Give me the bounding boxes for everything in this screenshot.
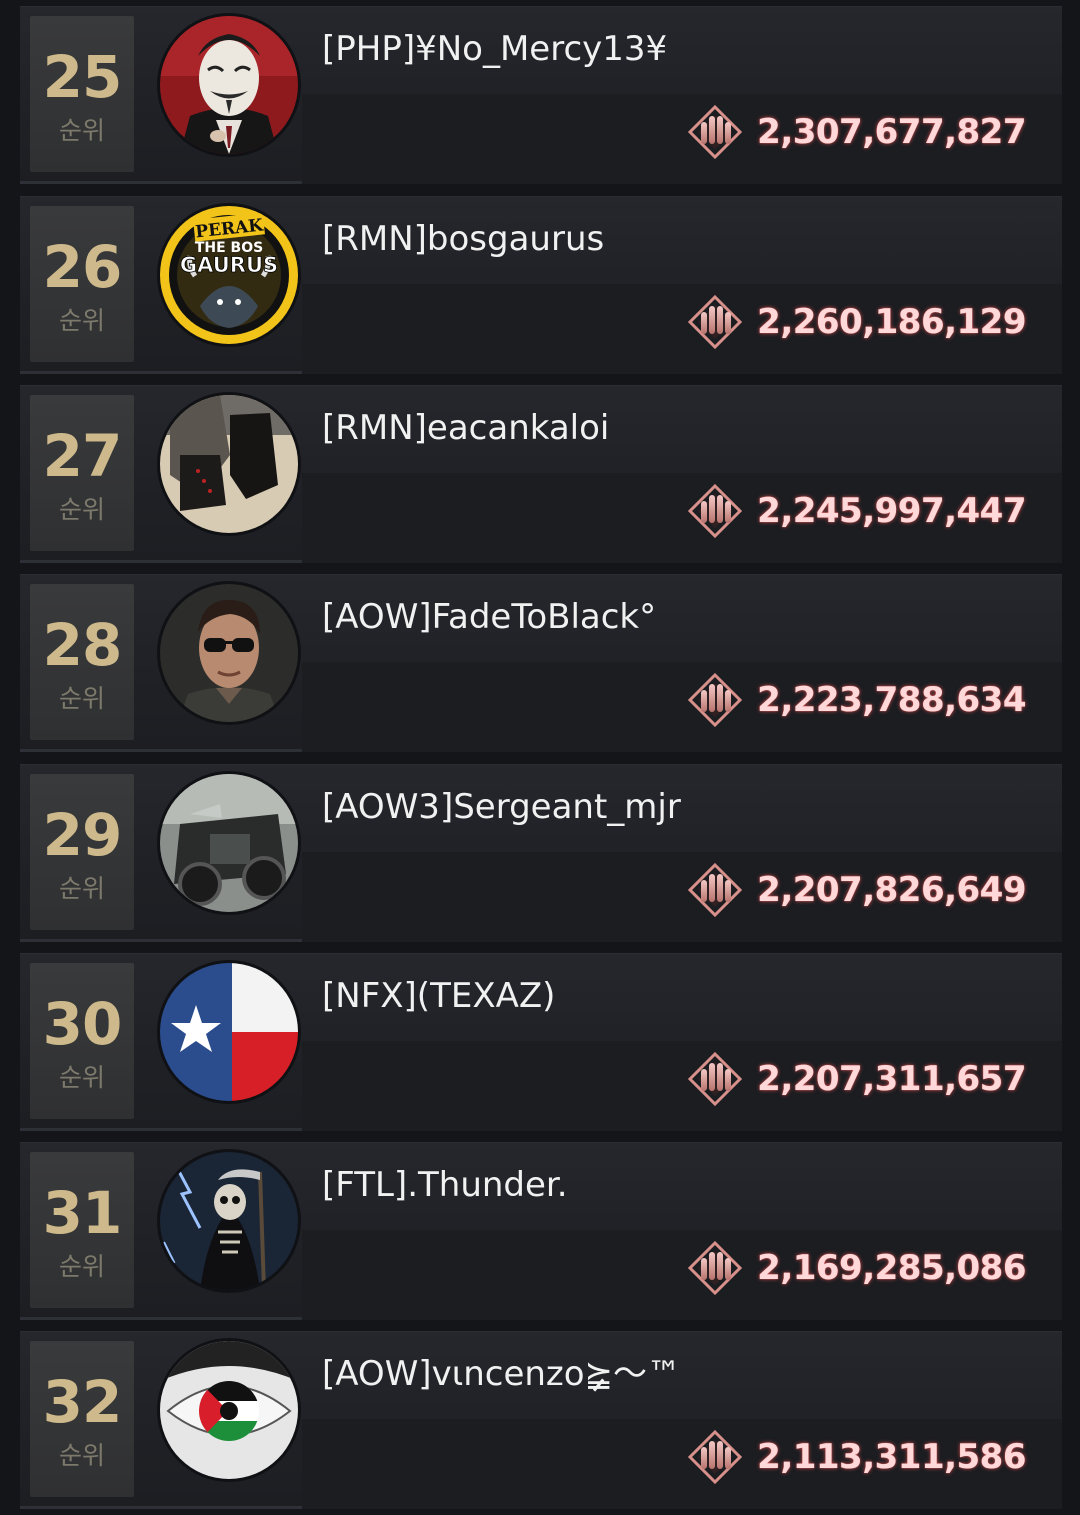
score-value: 2,113,311,586 [757, 1437, 1026, 1477]
rank-number: 30 [42, 990, 123, 1058]
rank-label: 순위 [58, 874, 105, 903]
rank-label: 순위 [58, 1441, 105, 1470]
rank-badge: 25 순위 [30, 16, 134, 172]
svg-text:GAURUS: GAURUS [180, 253, 278, 277]
score-display: 2,260,186,129 [687, 294, 1026, 350]
player-name[interactable]: [AOW]vιncenzo⪶〜™ [322, 1353, 681, 1395]
bullets-emblem-icon [688, 294, 743, 350]
rank-number: 31 [42, 1179, 123, 1247]
leaderboard-list: 25 순위 [PHP]¥No_Mercy13¥ 2,307,677,827 26… [0, 0, 1080, 1515]
rank-label: 순위 [58, 306, 105, 335]
score-display: 2,113,311,586 [687, 1429, 1026, 1485]
rank-badge: 29 순위 [30, 774, 134, 930]
texas-flag-avatar[interactable] [160, 963, 298, 1101]
rank-label: 순위 [58, 116, 105, 145]
boots-photo-avatar[interactable] [160, 395, 298, 533]
score-display: 2,307,677,827 [687, 104, 1026, 160]
rank-badge: 28 순위 [30, 584, 134, 740]
leaderboard-row-26[interactable]: 26 순위 PERAK THE BOS GAURUS [RMN]bosgauru… [20, 196, 1062, 374]
rank-label: 순위 [58, 684, 105, 713]
rank-number: 27 [42, 422, 123, 490]
rank-number: 29 [42, 801, 123, 869]
bullets-emblem-icon [688, 483, 743, 539]
rank-badge: 32 순위 [30, 1341, 134, 1497]
bull-logo-avatar[interactable]: PERAK THE BOS GAURUS [160, 206, 298, 344]
leaderboard-row-25[interactable]: 25 순위 [PHP]¥No_Mercy13¥ 2,307,677,827 [20, 6, 1062, 184]
leaderboard-row-27[interactable]: 27 순위 [RMN]eacankaloi 2,245,997,447 [20, 385, 1062, 563]
rank-label: 순위 [58, 1063, 105, 1092]
grim-reaper-avatar[interactable] [160, 1152, 298, 1290]
score-display: 2,169,285,086 [687, 1240, 1026, 1296]
bullets-emblem-icon [688, 1240, 743, 1296]
player-name[interactable]: [AOW3]Sergeant_mjr [322, 786, 681, 828]
score-value: 2,307,677,827 [757, 112, 1026, 152]
masked-man-avatar[interactable] [160, 16, 298, 154]
score-value: 2,207,311,657 [757, 1059, 1026, 1099]
rank-badge: 26 순위 [30, 206, 134, 362]
bullets-emblem-icon [688, 862, 743, 918]
rank-badge: 31 순위 [30, 1152, 134, 1308]
score-value: 2,207,826,649 [757, 870, 1026, 910]
sunglasses-man-avatar[interactable] [160, 584, 298, 722]
player-name[interactable]: [RMN]eacankaloi [322, 407, 609, 449]
eye-flag-avatar[interactable] [160, 1341, 298, 1479]
rank-number: 25 [42, 43, 123, 111]
player-name[interactable]: [RMN]bosgaurus [322, 218, 604, 260]
leaderboard-row-31[interactable]: 31 순위 [FTL].Thunder. 2,169,285,086 [20, 1142, 1062, 1320]
rank-label: 순위 [58, 495, 105, 524]
player-name[interactable]: [FTL].Thunder. [322, 1164, 568, 1206]
player-name[interactable]: [NFX](TEXAZ) [322, 975, 555, 1017]
leaderboard-row-32[interactable]: 32 순위 [AOW]vιncenzo⪶〜™ 2,113,311,586 [20, 1331, 1062, 1509]
score-display: 2,207,826,649 [687, 862, 1026, 918]
bullets-emblem-icon [688, 1429, 743, 1485]
player-name[interactable]: [PHP]¥No_Mercy13¥ [322, 28, 667, 70]
score-value: 2,169,285,086 [757, 1248, 1026, 1288]
rank-badge: 27 순위 [30, 395, 134, 551]
score-display: 2,223,788,634 [687, 672, 1026, 728]
bullets-emblem-icon [688, 672, 743, 728]
score-display: 2,207,311,657 [687, 1051, 1026, 1107]
rank-number: 32 [42, 1368, 123, 1436]
score-display: 2,245,997,447 [687, 483, 1026, 539]
rank-badge: 30 순위 [30, 963, 134, 1119]
score-value: 2,245,997,447 [757, 491, 1026, 531]
score-value: 2,260,186,129 [757, 302, 1026, 342]
rank-label: 순위 [58, 1252, 105, 1281]
leaderboard-row-28[interactable]: 28 순위 [AOW]FadeToBlack° 2,223,788,634 [20, 574, 1062, 752]
rank-number: 28 [42, 611, 123, 679]
leaderboard-row-29[interactable]: 29 순위 [AOW3]Sergeant_mjr 2,207,826,649 [20, 764, 1062, 942]
rank-number: 26 [42, 233, 123, 301]
score-value: 2,223,788,634 [757, 680, 1026, 720]
player-name[interactable]: [AOW]FadeToBlack° [322, 596, 656, 638]
motorcycle-avatar[interactable] [160, 774, 298, 912]
bullets-emblem-icon [688, 104, 743, 160]
bullets-emblem-icon [688, 1051, 743, 1107]
leaderboard-row-30[interactable]: 30 순위 [NFX](TEXAZ) 2,207,311,657 [20, 953, 1062, 1131]
